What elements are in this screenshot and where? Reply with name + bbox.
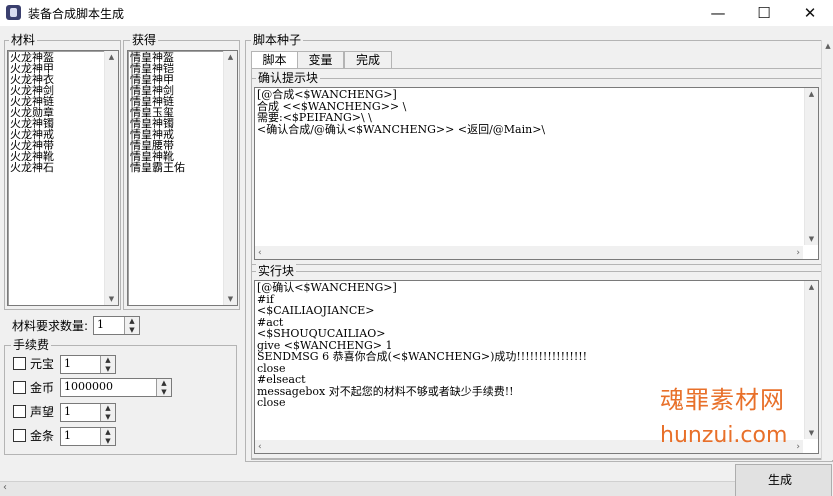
exec-block-label: 实行块 bbox=[256, 264, 297, 278]
scroll-up-icon[interactable]: ▲ bbox=[822, 42, 833, 50]
window-title: 装备合成脚本生成 bbox=[28, 7, 125, 21]
close-button[interactable]: ✕ bbox=[787, 0, 833, 26]
spin-up-icon[interactable]: ▲ bbox=[125, 317, 139, 325]
scroll-up-icon[interactable]: ▲ bbox=[805, 90, 818, 98]
scroll-right-icon[interactable]: › bbox=[796, 442, 800, 452]
watermark-url: hunzui.com bbox=[660, 423, 788, 448]
code-line: <$SHOUQUCAILIAO> bbox=[257, 327, 386, 340]
fee-checkbox-yuanbao[interactable] bbox=[13, 357, 26, 370]
watermark-title: 魂罪素材网 bbox=[660, 386, 785, 414]
tab-finish[interactable]: 完成 bbox=[344, 51, 392, 68]
fee-label-jintiao: 金条 bbox=[30, 429, 55, 443]
list-item[interactable]: 情皇霸王佑 bbox=[128, 162, 237, 173]
fee-label-shengwang: 声望 bbox=[30, 405, 55, 419]
fee-value-jinbi: 1000000 bbox=[64, 380, 113, 393]
scroll-left-icon[interactable]: ‹ bbox=[3, 482, 7, 493]
fee-label-yuanbao: 元宝 bbox=[30, 357, 55, 371]
scroll-up-icon[interactable]: ▲ bbox=[224, 53, 237, 61]
fee-value-jintiao: 1 bbox=[64, 429, 71, 442]
fee-stepper-jintiao[interactable]: 1 ▲ ▼ bbox=[60, 427, 116, 446]
code-line: [@确认<$WANCHENG>] bbox=[257, 281, 397, 294]
code-line: <确认合成/@确认<$WANCHENG>> <返回/@Main>\ bbox=[257, 122, 546, 136]
code-line: <$CAILIAOJIANCE> bbox=[257, 304, 375, 317]
list-item[interactable]: 火龙神石 bbox=[8, 162, 118, 173]
scroll-up-icon[interactable]: ▲ bbox=[805, 283, 818, 291]
scroll-left-icon[interactable]: ‹ bbox=[258, 442, 262, 452]
required-count-label: 材料要求数量: bbox=[12, 319, 89, 333]
spin-down-icon[interactable]: ▼ bbox=[101, 365, 115, 373]
materials-scrollbar[interactable]: ▲ ▼ bbox=[104, 51, 118, 305]
tab-script[interactable]: 脚本 bbox=[251, 51, 298, 69]
fee-stepper-jinbi[interactable]: 1000000 ▲ ▼ bbox=[60, 378, 172, 397]
fee-value-yuanbao: 1 bbox=[64, 357, 71, 370]
scroll-left-icon[interactable]: ‹ bbox=[258, 248, 262, 258]
fee-value-shengwang: 1 bbox=[64, 405, 71, 418]
fee-checkbox-jintiao[interactable] bbox=[13, 429, 26, 442]
confirm-block-label: 确认提示块 bbox=[256, 71, 321, 85]
spin-up-icon[interactable]: ▲ bbox=[101, 356, 115, 364]
confirm-vscrollbar[interactable]: ▲ ▼ bbox=[804, 88, 818, 245]
code-line: 需要:<$PEIFANG>\ \ bbox=[257, 111, 372, 124]
app-icon bbox=[6, 5, 21, 20]
fee-stepper-shengwang[interactable]: 1 ▲ ▼ bbox=[60, 403, 116, 422]
spin-down-icon[interactable]: ▼ bbox=[157, 388, 171, 396]
scroll-down-icon[interactable]: ▼ bbox=[105, 295, 118, 303]
spin-down-icon[interactable]: ▼ bbox=[125, 326, 139, 334]
scroll-down-icon[interactable]: ▼ bbox=[805, 235, 818, 243]
generate-button[interactable]: 生成 bbox=[735, 464, 832, 496]
required-count-stepper[interactable]: 1 ▲ ▼ bbox=[93, 316, 140, 335]
code-line: close bbox=[257, 361, 286, 375]
scroll-down-icon[interactable]: ▼ bbox=[805, 429, 818, 437]
scroll-right-icon[interactable]: › bbox=[796, 248, 800, 258]
maximize-button[interactable]: ☐ bbox=[741, 0, 787, 26]
fees-label: 手续费 bbox=[11, 338, 52, 352]
spin-down-icon[interactable]: ▼ bbox=[101, 437, 115, 445]
required-count-value: 1 bbox=[97, 318, 104, 331]
page-vscrollbar[interactable]: ▲ bbox=[821, 40, 833, 460]
obtain-listbox[interactable]: 情皇神盔 情皇神铠 情皇神甲 情皇神剑 情皇神链 情皇玉玺 情皇神镯 情皇神戒 情皇腰带 情皇神靴… bbox=[127, 50, 238, 306]
fee-checkbox-shengwang[interactable] bbox=[13, 405, 26, 418]
obtain-scrollbar[interactable]: ▲ ▼ bbox=[223, 51, 237, 305]
materials-listbox[interactable]: 火龙神盔 火龙神甲 火龙神衣 火龙神剑 火龙神链 火龙勋章 火龙神镯 火龙神戒 火龙神带 火龙神靴… bbox=[7, 50, 119, 306]
minimize-button[interactable]: — bbox=[695, 0, 741, 26]
window-hscrollbar[interactable]: ‹ bbox=[0, 481, 735, 496]
confirm-block-textarea[interactable]: [@合成<$WANCHENG>] 合成 <<$WANCHENG>> \ 需要:<$P… bbox=[254, 87, 819, 260]
materials-label: 材料 bbox=[9, 33, 38, 47]
code-line: [@合成<$WANCHENG>] bbox=[257, 88, 397, 101]
spin-up-icon[interactable]: ▲ bbox=[157, 379, 171, 387]
spin-down-icon[interactable]: ▼ bbox=[101, 413, 115, 421]
scroll-up-icon[interactable]: ▲ bbox=[105, 53, 118, 61]
fee-checkbox-jinbi[interactable] bbox=[13, 381, 26, 394]
fee-stepper-yuanbao[interactable]: 1 ▲ ▼ bbox=[60, 355, 116, 374]
tab-variables[interactable]: 变量 bbox=[297, 51, 344, 68]
fee-label-jinbi: 金币 bbox=[30, 381, 55, 395]
confirm-hscrollbar[interactable]: ‹ › bbox=[255, 246, 803, 259]
spin-up-icon[interactable]: ▲ bbox=[101, 404, 115, 412]
code-line: SENDMSG 6 恭喜你合成(<$WANCHENG>)成功!!!!!!!!!!… bbox=[257, 350, 588, 363]
exec-vscrollbar[interactable]: ▲ ▼ bbox=[804, 281, 818, 439]
scroll-down-icon[interactable]: ▼ bbox=[224, 295, 237, 303]
spin-up-icon[interactable]: ▲ bbox=[101, 428, 115, 436]
generate-button-label: 生成 bbox=[768, 473, 793, 487]
script-seed-label: 脚本种子 bbox=[251, 33, 304, 47]
obtain-label: 获得 bbox=[130, 33, 159, 47]
title-bar: 装备合成脚本生成 — ☐ ✕ bbox=[0, 0, 833, 26]
